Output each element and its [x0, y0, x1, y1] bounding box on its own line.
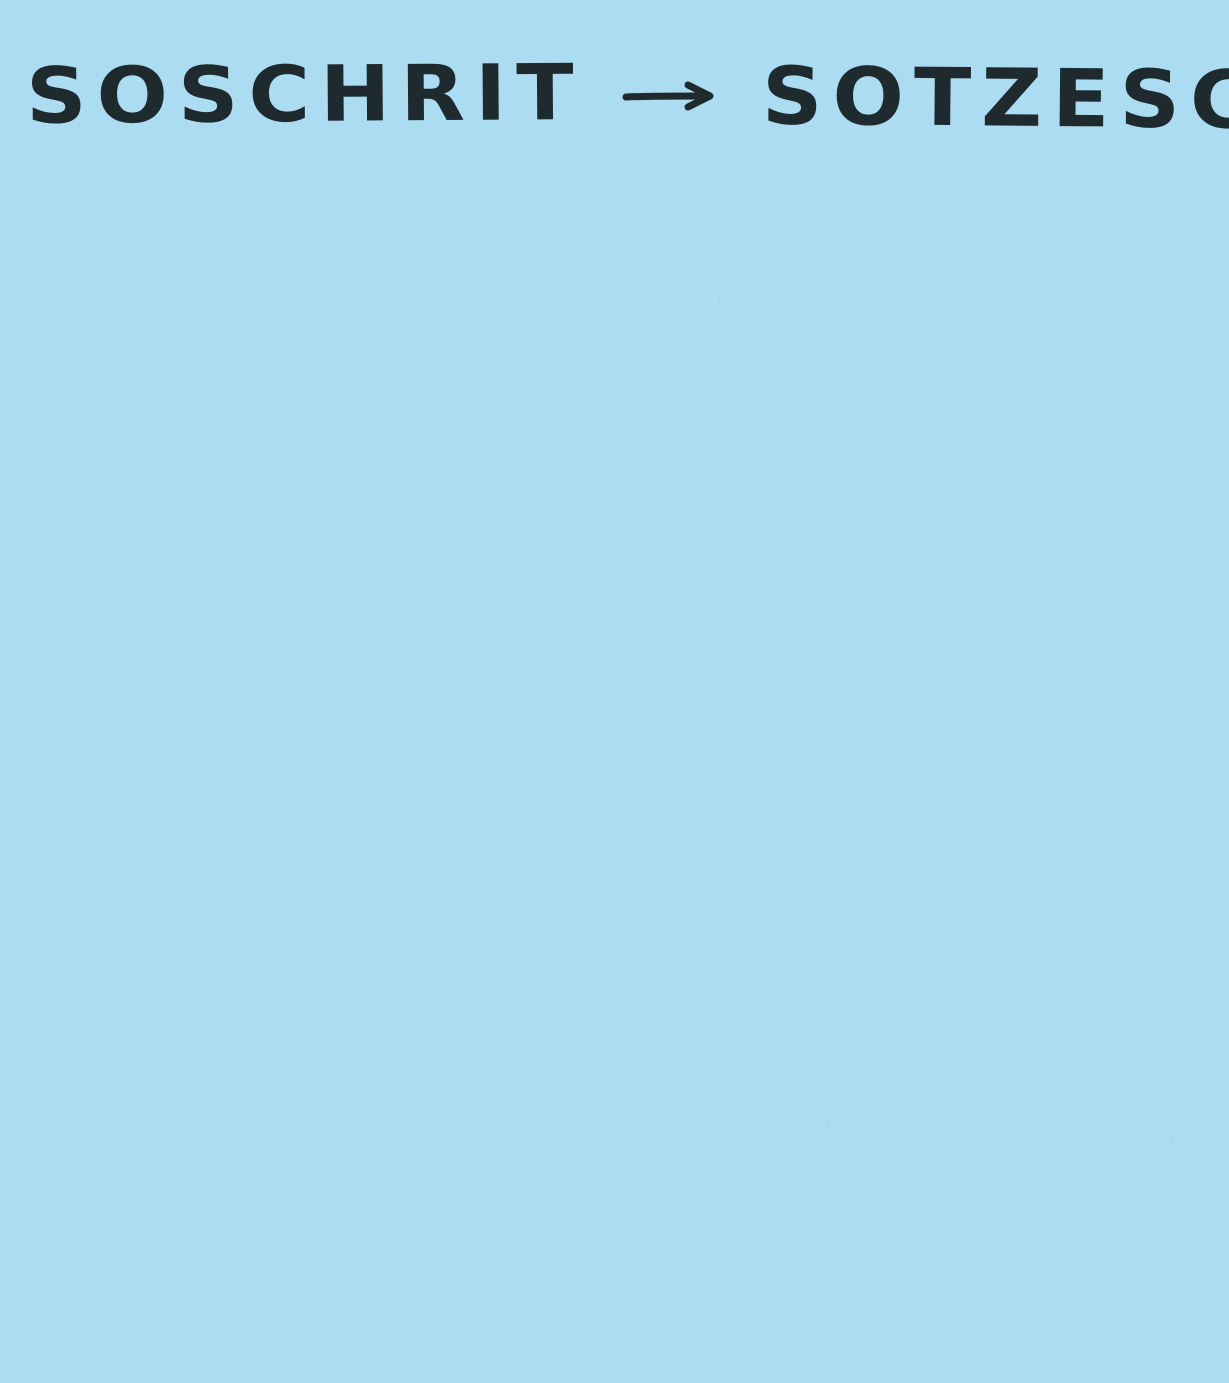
sticky-note: SOSCHRIT SOTZESCRIT	[0, 0, 1229, 1383]
left-word: SOSCHRIT	[25, 47, 584, 142]
paper-speck	[1170, 1140, 1172, 1142]
right-word: SOTZESCRIT	[761, 49, 1229, 149]
paper-speck	[826, 1122, 828, 1124]
handwritten-line: SOSCHRIT SOTZESCRIT	[26, 36, 1229, 156]
paper-speck	[718, 298, 720, 300]
right-arrow-icon	[622, 76, 718, 116]
